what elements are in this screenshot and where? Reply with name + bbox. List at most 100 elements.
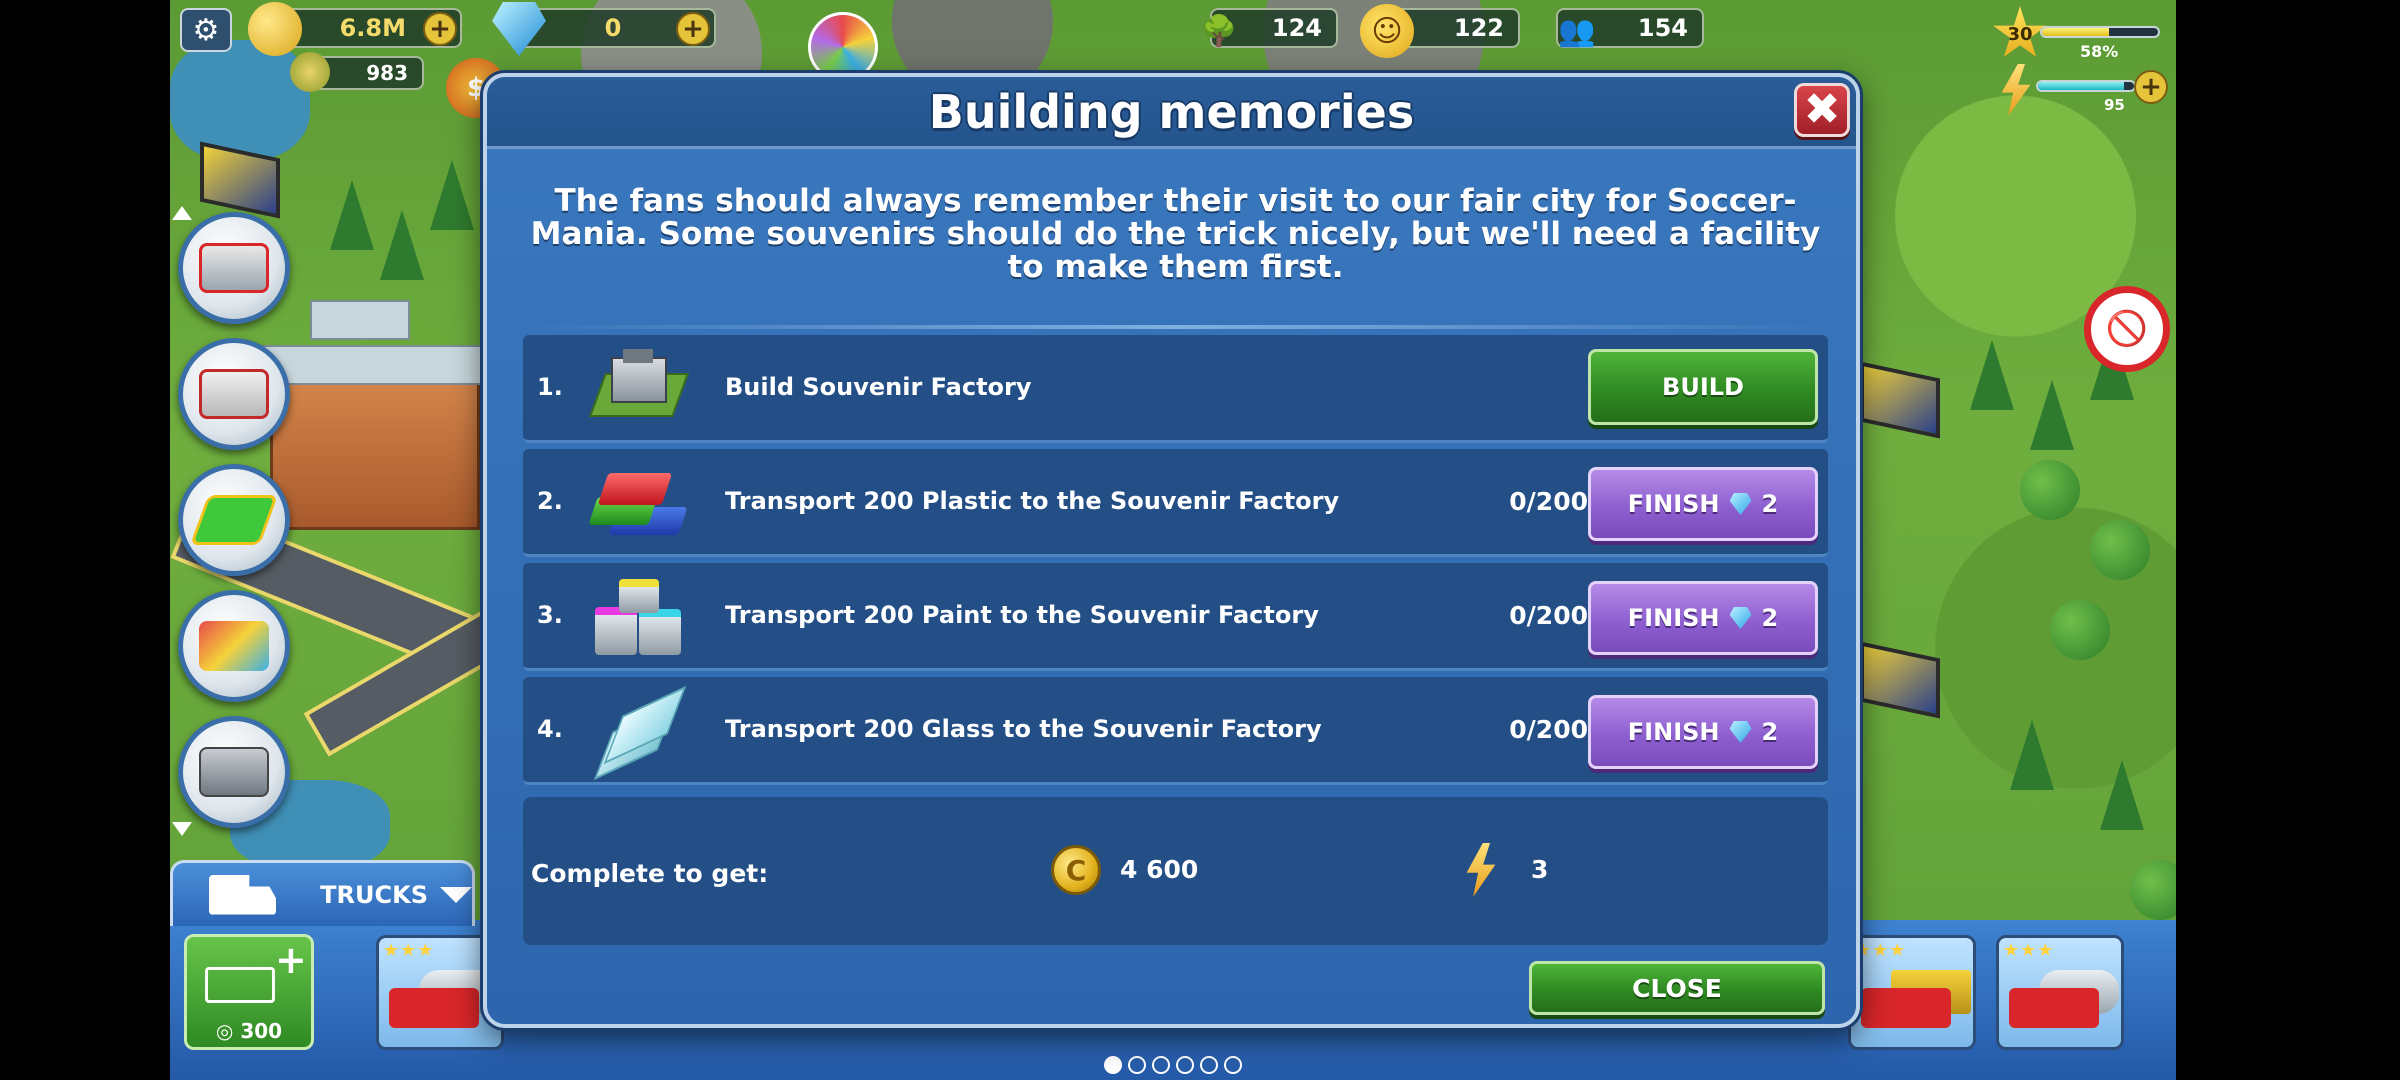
fire-station-upgrade-icon [199, 369, 269, 419]
task-number: 2. [537, 487, 563, 515]
prize-wheel-icon[interactable] [808, 12, 878, 82]
finish-button-label: FINISH [1627, 718, 1720, 746]
settings-gear-button[interactable]: ⚙ [180, 8, 232, 52]
add-coins-button[interactable]: + [423, 12, 457, 46]
build-button[interactable]: BUILD [1588, 349, 1818, 425]
task-number: 3. [537, 601, 563, 629]
page-dot[interactable] [1152, 1056, 1170, 1074]
finish-cost: 2 [1761, 718, 1779, 746]
divider [527, 325, 1824, 329]
factory-icon [199, 747, 269, 797]
gem-icon [1729, 721, 1752, 743]
happiness-value: 122 [1453, 14, 1504, 42]
buy-truck-button[interactable]: + ◎ 300 [184, 934, 314, 1050]
close-icon: ✖ [1803, 84, 1841, 135]
no-traffic-icon[interactable]: 🚫 [2084, 286, 2170, 372]
reward-coins: 4 600 [1120, 855, 1199, 884]
tree [380, 210, 424, 280]
bush [2050, 600, 2110, 660]
trees-value: 124 [1271, 14, 1322, 42]
population-icon: 👥 [1558, 13, 1596, 49]
truck-card[interactable]: ★★★ [1848, 935, 1976, 1050]
population-value: 154 [1637, 14, 1688, 42]
truck-icon [209, 874, 277, 915]
page-dot[interactable] [1200, 1056, 1218, 1074]
level-value: 30 [2007, 23, 2033, 45]
gems-value: 0 [604, 14, 622, 42]
tree [2010, 720, 2054, 790]
trucks-tab-label: TRUCKS [320, 880, 428, 909]
energy-progress-bar [2036, 80, 2136, 92]
coin-stack-icon [248, 2, 302, 56]
reward-energy: 3 [1531, 855, 1549, 884]
tower-roof [310, 300, 410, 340]
souvenir-factory-shortcut-button[interactable] [178, 716, 290, 828]
close-button[interactable]: CLOSE [1529, 961, 1825, 1015]
upgrade-hospital-button[interactable] [178, 212, 290, 324]
scroll-down-arrow-icon[interactable] [172, 822, 192, 836]
map-deals-button[interactable] [178, 590, 290, 702]
trucks-tab[interactable]: TRUCKS [170, 860, 475, 926]
upgrade-fire-station-button[interactable] [178, 338, 290, 450]
truck-card[interactable]: ★★★ [1996, 935, 2124, 1050]
plastic-icon [583, 463, 693, 543]
gem-icon [1729, 493, 1752, 515]
page-dot[interactable] [1128, 1056, 1146, 1074]
villa-building[interactable] [270, 360, 480, 530]
add-truck-icon [205, 967, 275, 1003]
finish-button[interactable]: FINISH 2 [1588, 467, 1818, 541]
reward-panel: Complete to get: C 4 600 3 [523, 797, 1828, 945]
coin-symbol: C [1065, 853, 1087, 887]
level-progress-bar [2040, 26, 2160, 38]
buy-truck-cost-value: 300 [240, 1019, 283, 1043]
finish-button[interactable]: FINISH 2 [1588, 695, 1818, 769]
tree [330, 180, 374, 250]
truck-page-indicator [1104, 1056, 1242, 1074]
finish-cost: 2 [1761, 490, 1779, 518]
coins-value: 6.8M [339, 14, 406, 42]
page-dot[interactable] [1224, 1056, 1242, 1074]
finish-button[interactable]: FINISH 2 [1588, 581, 1818, 655]
finish-cost: 2 [1761, 604, 1779, 632]
billboard [1860, 641, 1940, 719]
energy-value: 95 [2104, 96, 2125, 114]
task-row: 3. Transport 200 Paint to the Souvenir F… [523, 563, 1828, 671]
quest-description: The fans should always remember their vi… [530, 183, 1821, 285]
expand-land-button[interactable] [178, 464, 290, 576]
bush [2090, 520, 2150, 580]
add-energy-button[interactable]: + [2134, 70, 2168, 104]
truck-stars: ★★★ [383, 940, 435, 961]
map-icon [199, 621, 269, 671]
page-dot[interactable] [1104, 1056, 1122, 1074]
bush [2130, 860, 2176, 920]
task-row: 2. Transport 200 Plastic to the Souvenir… [523, 449, 1828, 557]
add-gems-button[interactable]: + [676, 12, 710, 46]
tree [2030, 380, 2074, 450]
task-progress: 0/200 [1509, 487, 1588, 516]
energy-bolt-icon [1466, 843, 1496, 897]
task-label: Transport 200 Paint to the Souvenir Fact… [725, 601, 1319, 629]
task-label: Transport 200 Glass to the Souvenir Fact… [725, 715, 1322, 743]
hospital-upgrade-icon [199, 243, 269, 293]
glass-icon [583, 685, 693, 781]
scroll-up-arrow-icon[interactable] [172, 206, 192, 220]
close-button-label: CLOSE [1632, 973, 1722, 1003]
bush [2020, 460, 2080, 520]
lake [170, 40, 310, 160]
finish-button-label: FINISH [1627, 604, 1720, 632]
tree-icon: 🌳 [1200, 13, 1238, 49]
page-dot[interactable] [1176, 1056, 1194, 1074]
task-label: Transport 200 Plastic to the Souvenir Fa… [725, 487, 1340, 515]
secondary-currency-value: 983 [366, 61, 408, 85]
coin-icon: C [1051, 845, 1101, 895]
close-x-button[interactable]: ✖ [1794, 83, 1850, 137]
tree [1970, 340, 2014, 410]
dialog-title: Building memories [928, 85, 1415, 139]
souvenir-factory-icon [583, 349, 693, 429]
buy-truck-cost: ◎ 300 [215, 1019, 283, 1043]
billboard [1860, 361, 1940, 439]
quest-dialog: Building memories ✖ The fans should alwa… [483, 73, 1860, 1028]
money-bag-icon [290, 52, 330, 92]
expand-arrows-icon [189, 495, 279, 545]
task-progress: 0/200 [1509, 715, 1588, 744]
